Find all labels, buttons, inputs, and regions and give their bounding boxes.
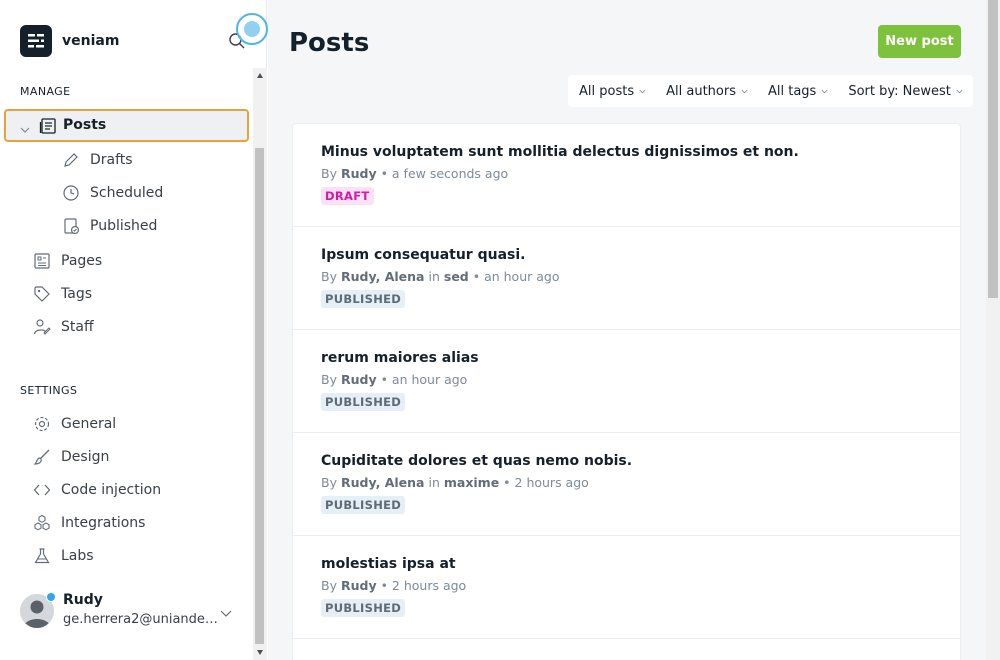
sidebar: veniam MANAGE Posts Drafts Scheduled Pub…	[0, 0, 268, 660]
filter-label: Sort by: Newest	[848, 83, 951, 99]
author-filter-select[interactable]: All authors	[656, 75, 758, 107]
pencil-icon	[62, 151, 80, 169]
sidebar-item-label: Labs	[61, 548, 94, 564]
site-name: veniam	[62, 33, 120, 49]
sidebar-item-code-injection[interactable]: Code injection	[33, 477, 161, 503]
new-post-button[interactable]: New post	[878, 25, 961, 58]
sidebar-item-label: Published	[90, 218, 158, 234]
sort-select[interactable]: Sort by: Newest	[838, 75, 973, 107]
integrations-icon	[33, 514, 51, 532]
gear-icon	[33, 415, 51, 433]
sidebar-item-design[interactable]: Design	[33, 444, 109, 470]
scroll-down-arrow-icon[interactable]	[256, 648, 264, 656]
sidebar-item-tags[interactable]: Tags	[33, 281, 92, 307]
sidebar-item-label: Pages	[61, 253, 103, 269]
sidebar-item-label: Scheduled	[90, 185, 164, 201]
status-badge: PUBLISHED	[321, 290, 406, 308]
sidebar-item-label: Posts	[63, 117, 107, 133]
sidebar-item-integrations[interactable]: Integrations	[33, 510, 145, 536]
brand[interactable]: veniam	[20, 25, 119, 57]
chevron-down-icon	[956, 89, 963, 93]
list-item[interactable]: molestias ipsa at By Rudy • 2 hours ago …	[293, 536, 960, 639]
chevron-down-icon	[741, 89, 748, 93]
sidebar-scrollbar[interactable]	[253, 68, 267, 660]
chevron-down-icon[interactable]	[220, 604, 232, 617]
filter-label: All authors	[666, 83, 736, 99]
staff-icon	[33, 318, 51, 336]
chevron-down-icon	[639, 89, 646, 93]
chevron-down-icon	[821, 89, 828, 93]
sidebar-item-label: Staff	[61, 319, 94, 335]
pages-icon	[33, 252, 51, 270]
sidebar-item-labs[interactable]: Labs	[33, 543, 94, 569]
post-title[interactable]: Ipsum consequatur quasi.	[321, 247, 525, 263]
user-name: Rudy	[63, 592, 103, 608]
sidebar-item-posts[interactable]: Posts	[4, 109, 249, 142]
cursor-indicator	[236, 13, 268, 45]
online-status-dot	[46, 592, 56, 602]
filter-label: All tags	[767, 83, 817, 99]
post-meta: By Rudy, Alena in maxime • 2 hours ago	[321, 475, 589, 490]
type-filter-select[interactable]: All posts	[568, 75, 656, 107]
main-content: Posts New post All posts All authors All…	[268, 0, 986, 660]
post-title[interactable]: molestias ipsa at	[321, 556, 456, 572]
scroll-up-arrow-icon[interactable]	[256, 72, 264, 80]
post-title[interactable]: rerum maiores alias	[321, 350, 479, 366]
sidebar-item-label: Code injection	[61, 482, 162, 498]
post-meta: By Rudy • a few seconds ago	[321, 166, 509, 181]
page-title: Posts	[289, 28, 370, 58]
section-title-manage: MANAGE	[20, 85, 71, 98]
post-meta: By Rudy • an hour ago	[321, 372, 468, 387]
list-item[interactable]: Ipsum consequatur quasi. By Rudy, Alena …	[293, 227, 960, 330]
sidebar-item-label: Tags	[61, 286, 92, 302]
filter-label: All posts	[579, 83, 635, 99]
sidebar-scrollbar-thumb[interactable]	[255, 148, 264, 644]
user-email: ge.herrera2@uniandes.edu.co	[63, 612, 223, 627]
tag-icon	[33, 285, 51, 303]
posts-icon	[39, 117, 57, 135]
sidebar-item-staff[interactable]: Staff	[33, 314, 94, 340]
sidebar-item-label: Integrations	[61, 515, 146, 531]
chevron-down-icon[interactable]	[20, 120, 30, 133]
filter-bar: All posts All authors All tags Sort by: …	[568, 75, 973, 107]
clock-icon	[62, 184, 80, 202]
sidebar-item-label: Drafts	[90, 152, 133, 168]
main-scrollbar[interactable]	[986, 0, 1000, 660]
user-menu[interactable]: Rudy ge.herrera2@uniandes.edu.co	[20, 592, 240, 632]
post-title[interactable]: Minus voluptatem sunt mollitia delectus …	[321, 144, 799, 160]
list-item[interactable]: Cupiditate dolores et quas nemo nobis. B…	[293, 433, 960, 536]
sidebar-item-label: Design	[61, 449, 110, 465]
post-meta: By Rudy • 2 hours ago	[321, 578, 467, 593]
sidebar-item-drafts[interactable]: Drafts	[62, 147, 133, 173]
sidebar-item-scheduled[interactable]: Scheduled	[62, 180, 163, 206]
sidebar-item-published[interactable]: Published	[62, 213, 157, 239]
status-badge: DRAFT	[321, 187, 374, 205]
flask-icon	[33, 547, 51, 565]
status-badge: PUBLISHED	[321, 393, 406, 411]
sidebar-item-general[interactable]: General	[33, 411, 116, 437]
status-badge: PUBLISHED	[321, 496, 406, 514]
code-icon	[33, 481, 51, 499]
post-title[interactable]: Cupiditate dolores et quas nemo nobis.	[321, 453, 632, 469]
published-icon	[62, 217, 80, 235]
brush-icon	[33, 448, 51, 466]
main-scrollbar-thumb[interactable]	[988, 0, 998, 298]
post-list: Minus voluptatem sunt mollitia delectus …	[292, 123, 961, 660]
sidebar-item-pages[interactable]: Pages	[33, 248, 102, 274]
post-meta: By Rudy, Alena in sed • an hour ago	[321, 269, 560, 284]
site-logo-icon	[20, 25, 52, 57]
status-badge: PUBLISHED	[321, 599, 406, 617]
list-item[interactable]: rerum maiores alias By Rudy • an hour ag…	[293, 330, 960, 433]
section-title-settings: SETTINGS	[20, 384, 78, 397]
list-item[interactable]: Minus voluptatem sunt mollitia delectus …	[293, 124, 960, 227]
tag-filter-select[interactable]: All tags	[758, 75, 838, 107]
sidebar-item-label: General	[61, 416, 117, 432]
